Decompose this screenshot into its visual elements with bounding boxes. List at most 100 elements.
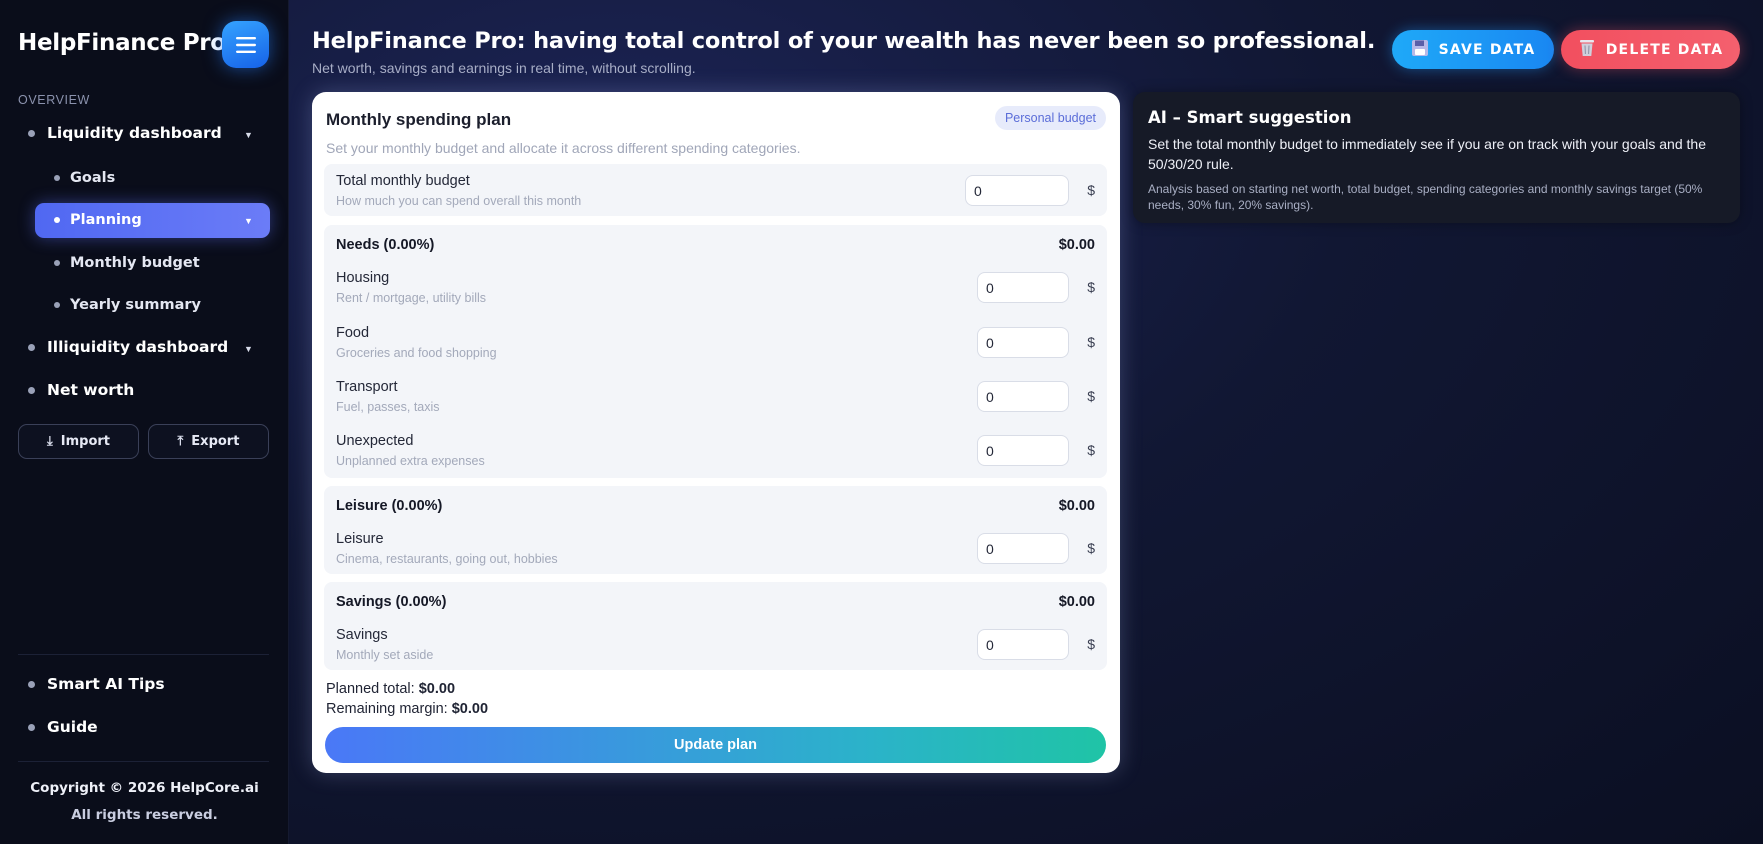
- caret-down-icon[interactable]: ▼: [244, 216, 253, 226]
- divider: [18, 654, 269, 655]
- row-label: Transport: [336, 379, 398, 395]
- sidebar-item-illiquidity-dashboard[interactable]: Illiquidity dashboard: [28, 338, 228, 356]
- spending-plan-card: Monthly spending plan Personal budget Se…: [312, 92, 1120, 773]
- row-label: Food: [336, 325, 370, 341]
- savings-block: Savings (0.00%) $0.00 Savings Monthly se…: [324, 582, 1107, 670]
- sidebar-item-yearly-summary[interactable]: Yearly summary: [54, 297, 201, 313]
- trash-bin-icon: [1578, 38, 1596, 61]
- leisure-row: Leisure Cinema, restaurants, going out, …: [336, 531, 1095, 577]
- unexpected-input[interactable]: [977, 435, 1069, 466]
- sidebar-item-label: Planning: [70, 212, 142, 228]
- sidebar-item-label: Liquidity dashboard: [47, 124, 222, 142]
- row-label: Leisure: [336, 531, 384, 547]
- savings-header: Savings (0.00%) $0.00: [336, 594, 1095, 614]
- food-input[interactable]: [977, 327, 1069, 358]
- currency-label: $: [1087, 540, 1095, 556]
- planned-total-value: $0.00: [418, 681, 456, 697]
- section-title: Leisure (0.00%): [336, 498, 443, 514]
- sidebar-item-label: Goals: [70, 170, 116, 186]
- row-hint: How much you can spend overall this mont…: [336, 194, 582, 208]
- sidebar: HelpFinance Pro OVERVIEW Liquidity dashb…: [0, 0, 289, 844]
- ai-suggestion-text: Set the total monthly budget to immediat…: [1148, 136, 1706, 172]
- section-label-overview: OVERVIEW: [18, 93, 90, 107]
- housing-input[interactable]: [977, 272, 1069, 303]
- upload-icon: ⤒: [177, 434, 184, 449]
- bullet-icon: [28, 343, 35, 351]
- savings-row: Savings Monthly set aside $: [336, 627, 1095, 673]
- bullet-icon: [54, 302, 60, 308]
- export-button[interactable]: ⤒ Export: [148, 424, 269, 459]
- save-data-label: SAVE DATA: [1438, 41, 1536, 58]
- row-label: Total monthly budget: [336, 173, 470, 189]
- menu-toggle-button[interactable]: [222, 21, 269, 68]
- bullet-icon: [54, 217, 60, 223]
- sidebar-item-monthly-budget[interactable]: Monthly budget: [54, 255, 200, 271]
- currency-label: $: [1087, 182, 1095, 198]
- bullet-icon: [28, 386, 35, 394]
- row-hint: Unplanned extra expenses: [336, 454, 485, 468]
- copyright-text: Copyright © 2026 HelpCore.ai: [30, 780, 259, 796]
- sidebar-item-label: Illiquidity dashboard: [47, 338, 229, 356]
- currency-label: $: [1087, 636, 1095, 652]
- hamburger-menu-icon: [235, 36, 256, 53]
- sidebar-item-label: Guide: [47, 718, 98, 736]
- total-budget-block: Total monthly budget How much you can sp…: [324, 164, 1107, 216]
- sidebar-item-label: Net worth: [47, 381, 135, 399]
- sidebar-item-goals[interactable]: Goals: [54, 170, 115, 186]
- row-hint: Rent / mortgage, utility bills: [336, 291, 487, 305]
- section-title: Needs (0.00%): [336, 237, 435, 253]
- sidebar-item-smart-ai-tips[interactable]: Smart AI Tips: [28, 675, 165, 693]
- total-budget-input[interactable]: [965, 175, 1069, 206]
- sidebar-item-label: Monthly budget: [70, 255, 200, 271]
- sidebar-item-planning[interactable]: Planning ▼: [35, 203, 270, 238]
- leisure-header: Leisure (0.00%) $0.00: [336, 498, 1095, 518]
- total-budget-row: Total monthly budget How much you can sp…: [336, 173, 1095, 219]
- housing-row: Housing Rent / mortgage, utility bills $: [336, 270, 1095, 316]
- brand-title: HelpFinance Pro: [18, 30, 226, 56]
- delete-data-button[interactable]: DELETE DATA: [1561, 30, 1740, 69]
- transport-row: Transport Fuel, passes, taxis $: [336, 379, 1095, 425]
- save-data-button[interactable]: SAVE DATA: [1392, 30, 1554, 69]
- sidebar-item-net-worth[interactable]: Net worth: [28, 381, 134, 399]
- transport-input[interactable]: [977, 381, 1069, 412]
- row-label: Housing: [336, 270, 390, 286]
- page-subtitle: Net worth, savings and earnings in real …: [312, 60, 696, 76]
- card-description: Set your monthly budget and allocate it …: [326, 140, 801, 156]
- row-hint: Monthly set aside: [336, 648, 434, 662]
- currency-label: $: [1087, 334, 1095, 350]
- sidebar-item-label: Smart AI Tips: [47, 675, 165, 693]
- page-title: HelpFinance Pro: having total control of…: [312, 28, 1376, 54]
- bullet-icon: [28, 723, 35, 731]
- leisure-input[interactable]: [977, 533, 1069, 564]
- caret-down-icon[interactable]: ▼: [244, 344, 253, 354]
- bullet-icon: [28, 129, 35, 137]
- planned-total: Planned total: $0.00: [326, 681, 455, 697]
- sidebar-item-liquidity-dashboard[interactable]: Liquidity dashboard: [28, 124, 222, 142]
- food-row: Food Groceries and food shopping $: [336, 325, 1095, 371]
- bullet-icon: [54, 175, 60, 181]
- download-icon: ⤓: [47, 434, 53, 449]
- remaining-margin: Remaining margin: $0.00: [326, 701, 488, 717]
- currency-label: $: [1087, 442, 1095, 458]
- import-button[interactable]: ⤓ Import: [18, 424, 139, 459]
- update-plan-button[interactable]: Update plan: [325, 727, 1106, 763]
- card-title: Monthly spending plan: [326, 110, 512, 129]
- currency-label: $: [1087, 279, 1095, 295]
- savings-input[interactable]: [977, 629, 1069, 660]
- bullet-icon: [54, 260, 60, 266]
- caret-down-icon[interactable]: ▼: [244, 130, 253, 140]
- section-amount: $0.00: [1058, 498, 1095, 514]
- needs-header: Needs (0.00%) $0.00: [336, 237, 1095, 257]
- rights-text: All rights reserved.: [71, 807, 218, 823]
- sidebar-item-guide[interactable]: Guide: [28, 718, 98, 736]
- row-hint: Groceries and food shopping: [336, 346, 497, 360]
- export-label: Export: [191, 434, 240, 449]
- ai-panel-title: AI – Smart suggestion: [1148, 108, 1352, 127]
- leisure-block: Leisure (0.00%) $0.00 Leisure Cinema, re…: [324, 486, 1107, 574]
- ai-suggestion-panel: AI – Smart suggestion Set the total mont…: [1133, 92, 1740, 223]
- planned-total-label: Planned total:: [326, 681, 415, 697]
- bullet-icon: [28, 680, 35, 688]
- personal-budget-badge: Personal budget: [994, 106, 1106, 130]
- delete-data-label: DELETE DATA: [1605, 41, 1724, 58]
- currency-label: $: [1087, 388, 1095, 404]
